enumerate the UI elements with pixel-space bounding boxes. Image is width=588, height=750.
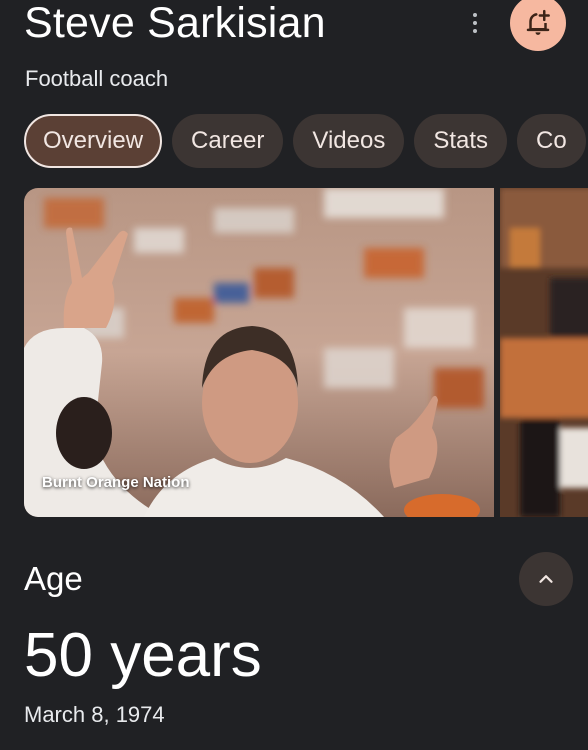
image-carousel[interactable]: Burnt Orange Nation: [24, 188, 588, 517]
tab-videos[interactable]: Videos: [293, 114, 405, 168]
tab-career[interactable]: Career: [172, 114, 284, 168]
tab-bar: Overview Career Videos Stats Co: [24, 114, 586, 168]
photo-image-next: [500, 188, 588, 517]
more-vert-icon: [473, 13, 477, 17]
page-title: Steve Sarkisian: [24, 0, 326, 47]
photo-image: [24, 188, 494, 517]
age-value: 50 years: [24, 621, 262, 690]
photo-credit: Burnt Orange Nation: [42, 474, 190, 491]
tab-overview[interactable]: Overview: [24, 114, 163, 168]
more-options-button[interactable]: [462, 8, 488, 38]
knowledge-panel: Steve Sarkisian Football coach Overview …: [0, 0, 588, 750]
tab-stats[interactable]: Stats: [414, 114, 508, 168]
add-alert-bell-icon: [526, 9, 550, 35]
page-subtitle: Football coach: [25, 66, 169, 91]
birth-date: March 8, 1974: [24, 702, 165, 727]
main-photo[interactable]: Burnt Orange Nation: [24, 188, 494, 517]
collapse-button[interactable]: [519, 552, 573, 606]
chevron-up-icon: [539, 575, 553, 583]
age-heading: Age: [24, 560, 83, 597]
add-alert-button[interactable]: [510, 0, 566, 51]
next-photo[interactable]: [500, 188, 588, 517]
tab-co[interactable]: Co: [517, 114, 586, 168]
